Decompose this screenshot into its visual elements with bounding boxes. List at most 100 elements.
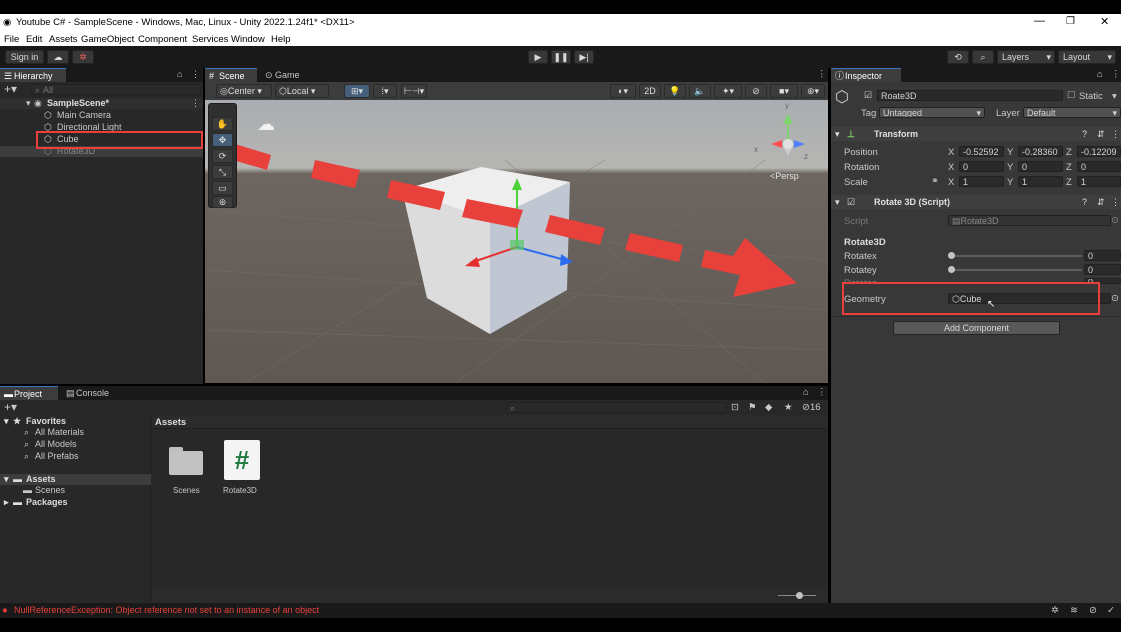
scene-menu-icon[interactable]: ⋮ — [191, 98, 200, 109]
transform-header[interactable]: ▾ ⊥ Transform ? ⇵ ⋮ — [831, 127, 1121, 141]
search-icon[interactable]: ⌕ — [972, 50, 994, 64]
menu-component[interactable]: Component — [138, 34, 187, 45]
menu-assets[interactable]: Assets — [49, 34, 78, 45]
script-component-header[interactable]: ▾ ☑ Rotate 3D (Script) ? ⇵ ⋮ — [831, 195, 1121, 209]
perspective-label[interactable]: <Persp — [770, 171, 799, 181]
object-name-field[interactable]: Roate3D — [877, 90, 1063, 101]
rotatex-value-field[interactable]: 0 — [1084, 250, 1121, 261]
menu-window[interactable]: Window — [231, 34, 265, 45]
check-icon[interactable]: ✓ — [1107, 605, 1115, 616]
hierarchy-item[interactable]: ⬡ Main Camera — [0, 110, 203, 121]
hand-tool-icon[interactable]: ✋ — [212, 117, 233, 131]
rotation-x-field[interactable]: 0 — [959, 161, 1004, 172]
space-local-dropdown[interactable]: ⬡Local ▾ — [275, 84, 329, 98]
favorite-item[interactable]: ⌕ All Materials — [0, 427, 151, 438]
scene-viewport[interactable]: ✋ ✥ ⟳ ⤡ ▭ ⊛ ☁ x y z <Persp — [205, 100, 828, 383]
layout-dropdown[interactable]: Layout ▾ — [1058, 50, 1116, 64]
presets-icon[interactable]: ⇵ — [1097, 127, 1105, 141]
filter-by-type-icon[interactable]: ⊡ — [731, 402, 739, 413]
position-y-field[interactable]: -0.28360 — [1018, 146, 1063, 157]
component-enabled-checkbox[interactable]: ☑ — [847, 195, 855, 209]
layers-dropdown[interactable]: Layers ▾ — [997, 50, 1055, 64]
sign-in-button[interactable]: Sign in — [5, 50, 44, 64]
favorites-row[interactable]: ▾ ★ Favorites — [0, 416, 151, 427]
position-x-field[interactable]: -0.52592 — [959, 146, 1004, 157]
static-checkbox[interactable]: ☐ — [1067, 90, 1076, 101]
maximize-icon[interactable]: ❐ — [1066, 16, 1075, 27]
hidden-packages-icon[interactable]: ⊘16 — [802, 402, 821, 413]
close-icon[interactable]: ✕ — [1100, 15, 1109, 28]
orientation-gizmo[interactable] — [771, 114, 805, 156]
favorite-item[interactable]: ⌕ All Prefabs — [0, 451, 151, 462]
lock-icon[interactable]: ⌂ — [1097, 69, 1103, 80]
tag-dropdown[interactable]: Untagged ▾ — [879, 107, 985, 118]
scenes-folder-icon[interactable] — [167, 443, 203, 475]
effects-icon[interactable]: ✦▾ — [714, 84, 742, 98]
favorite-star-icon[interactable]: ★ — [784, 402, 793, 413]
assets-row[interactable]: ▾ ▬ Assets — [0, 474, 151, 485]
menu-gameobject[interactable]: GameObject — [81, 34, 134, 45]
breadcrumb-assets[interactable]: Assets — [155, 417, 186, 428]
rect-tool-icon[interactable]: ▭ — [212, 181, 233, 195]
minimize-icon[interactable]: — — [1034, 15, 1045, 27]
favorite-item[interactable]: ⌕ All Models — [0, 439, 151, 450]
layer-dropdown[interactable]: Default ▾ — [1023, 107, 1121, 118]
rotate-tool-icon[interactable]: ⟳ — [212, 149, 233, 163]
collab-icon[interactable]: ✲ — [72, 50, 94, 64]
kebab-menu-icon[interactable]: ⋮ — [817, 387, 827, 398]
tab-inspector[interactable]: ⓘ Inspector — [831, 68, 901, 82]
tab-project[interactable]: ▬ Project — [0, 386, 58, 400]
zoom-slider-handle[interactable] — [796, 592, 803, 599]
kebab-menu-icon[interactable]: ⋮ — [1111, 195, 1120, 209]
snap-increment-icon[interactable]: ⁞▾ — [373, 84, 397, 98]
rotatey-value-field[interactable]: 0 — [1084, 264, 1121, 275]
csharp-script-icon[interactable]: # — [224, 440, 260, 480]
scale-z-field[interactable]: 1 — [1077, 176, 1121, 187]
folder-item[interactable]: ▬ Scenes — [0, 485, 151, 496]
help-icon[interactable]: ? — [1082, 127, 1087, 141]
scene-root-row[interactable]: ▾ ◉ SampleScene* ⋮ — [0, 98, 203, 109]
cloud-icon[interactable]: ☁ — [47, 50, 69, 64]
tab-scene[interactable]: # Scene — [205, 68, 257, 82]
cache-icon[interactable]: ≋ — [1070, 605, 1078, 616]
bug-icon[interactable]: ✲ — [1051, 605, 1059, 616]
error-message[interactable]: NullReferenceException: Object reference… — [14, 605, 319, 615]
scale-x-field[interactable]: 1 — [959, 176, 1004, 187]
object-picker-icon[interactable]: ⊙ — [1111, 293, 1119, 304]
lighting-icon[interactable]: 💡 — [664, 84, 686, 98]
help-icon[interactable]: ? — [1082, 195, 1087, 209]
object-picker-icon[interactable]: ⊙ — [1111, 215, 1119, 226]
grid-snap-icon[interactable]: ⊞▾ — [344, 84, 370, 98]
active-checkbox[interactable]: ☑ — [864, 90, 872, 101]
menu-help[interactable]: Help — [271, 34, 291, 45]
progress-icon[interactable]: ⊘ — [1089, 605, 1097, 616]
step-button[interactable]: ▶| — [574, 50, 594, 64]
gizmos-icon[interactable]: ⊕▾ — [801, 84, 825, 98]
draw-mode-icon[interactable]: ◐▾ — [610, 84, 636, 98]
rotatey-slider-handle[interactable] — [948, 266, 955, 273]
tab-game[interactable]: ⊙ Game — [261, 68, 313, 82]
move-tool-icon[interactable]: ✥ — [212, 133, 233, 147]
pause-button[interactable]: ❚❚ — [551, 50, 571, 64]
chevron-down-icon[interactable]: ▾ — [1112, 91, 1117, 102]
scale-tool-icon[interactable]: ⤡ — [212, 165, 233, 179]
kebab-menu-icon[interactable]: ⋮ — [1111, 69, 1121, 80]
rotatex-slider-handle[interactable] — [948, 252, 955, 259]
menu-services[interactable]: Services — [192, 34, 228, 45]
visibility-icon[interactable]: ⊘ — [745, 84, 767, 98]
audio-icon[interactable]: 🔈 — [689, 84, 711, 98]
kebab-menu-icon[interactable]: ⋮ — [1111, 127, 1120, 141]
lock-icon[interactable]: ⌂ — [803, 387, 809, 398]
hierarchy-search-input[interactable]: ⌕ All — [31, 84, 201, 95]
lock-icon[interactable]: ⌂ — [177, 69, 182, 79]
history-icon[interactable]: ⟲ — [947, 50, 969, 64]
pivot-center-dropdown[interactable]: ◎Center ▾ — [216, 84, 272, 98]
packages-row[interactable]: ▸ ▬ Packages — [0, 497, 151, 508]
presets-icon[interactable]: ⇵ — [1097, 195, 1105, 209]
camera-icon[interactable]: ■▾ — [770, 84, 798, 98]
rotatey-slider-track[interactable] — [951, 269, 1082, 271]
project-search-input[interactable]: ⌕ — [506, 402, 726, 413]
rotatex-slider-track[interactable] — [951, 255, 1082, 257]
filter-by-label-icon[interactable]: ⚑ — [748, 402, 757, 413]
rotation-z-field[interactable]: 0 — [1077, 161, 1121, 172]
